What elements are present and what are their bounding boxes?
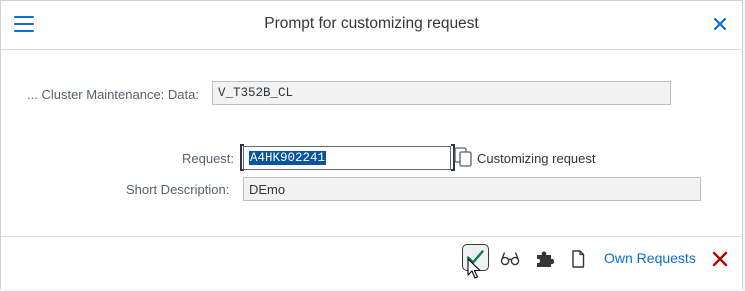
request-input[interactable]: A4HK902241 [243,146,451,170]
own-requests-button[interactable]: Own Requests [604,250,696,266]
cancel-button[interactable] [710,246,730,270]
request-type-hint: Customizing request [477,151,596,166]
dialog-footer-toolbar: Own Requests [1,236,742,289]
object-name-field: V_T352B_CL [212,81,671,105]
selected-request-text: A4HK902241 [249,151,327,165]
mouse-pointer-icon [467,258,481,279]
document-icon [572,250,585,268]
dialog-content: ... Cluster Maintenance: Data: V_T352B_C… [1,50,742,236]
dialog-title-bar: Prompt for customizing request [1,1,742,50]
cancel-icon [712,251,728,267]
object-label: ... Cluster Maintenance: Data: [27,87,199,102]
dialog-title: Prompt for customizing request [264,15,479,32]
close-icon[interactable] [710,14,730,34]
short-description-field: DEmo [243,177,701,201]
puzzle-piece-icon [537,251,554,267]
glasses-icon [500,252,520,266]
short-description-label: Short Description: [126,182,230,197]
customizing-request-dialog: Prompt for customizing request ... Clust… [0,0,743,289]
display-button[interactable] [500,246,520,270]
value-help-icon[interactable] [453,146,473,168]
create-request-button[interactable] [534,246,554,270]
new-document-button[interactable] [569,246,587,270]
request-label: Request: [182,151,235,166]
